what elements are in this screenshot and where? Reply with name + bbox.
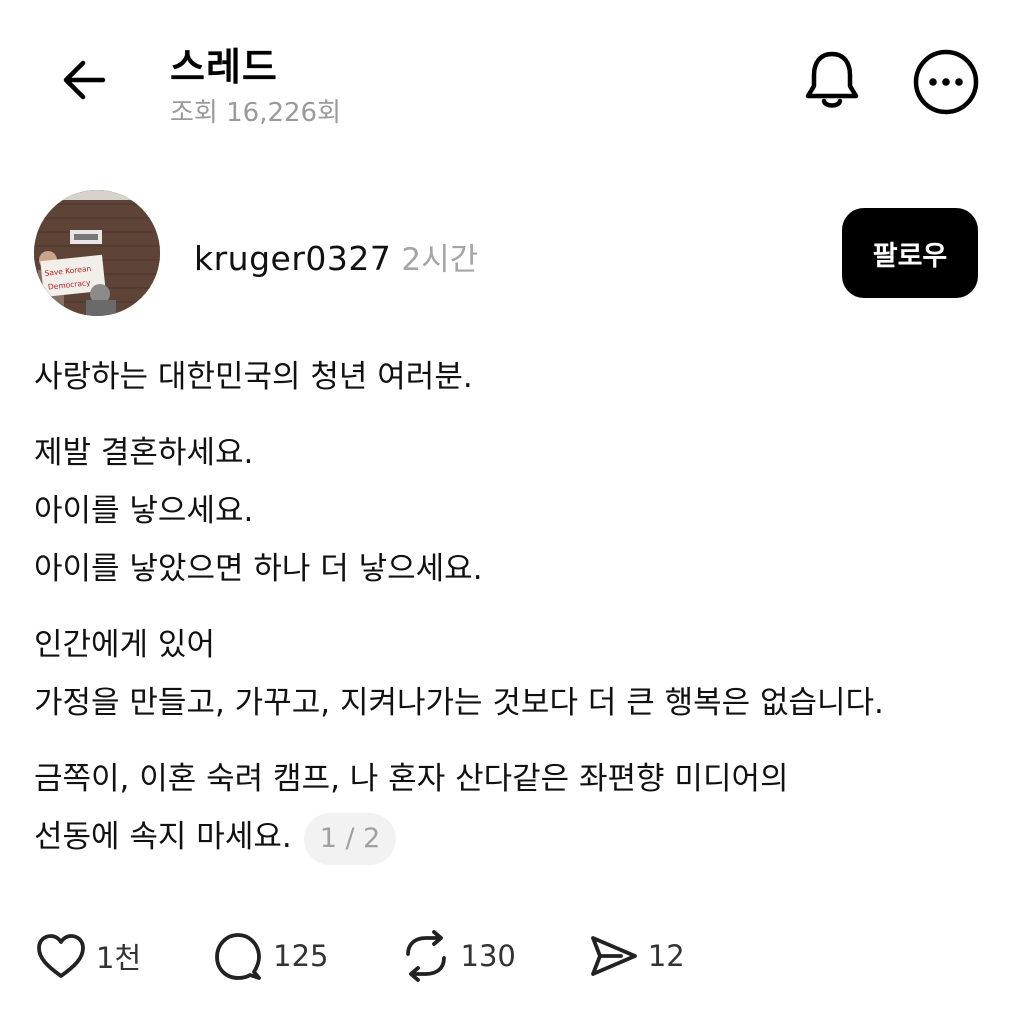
post-time: 2시간 (401, 242, 479, 278)
text-line: 가정을 만들고, 가꾸고, 지켜나가는 것보다 더 큰 행복은 없습니다. (34, 685, 884, 721)
like-button[interactable]: 1천 (34, 929, 141, 983)
text-line: 제발 결혼하세요. (34, 435, 254, 471)
comment-icon (211, 929, 265, 983)
heart-icon (34, 929, 88, 983)
text-line: 아이를 낳았으면 하나 더 낳으세요. (34, 551, 483, 587)
back-button[interactable] (52, 48, 116, 112)
like-count: 1천 (96, 941, 142, 975)
share-button[interactable]: 12 (586, 929, 685, 983)
comment-button[interactable]: 125 (211, 929, 329, 983)
follow-button[interactable]: 팔로우 (842, 208, 978, 298)
repost-count: 130 (460, 939, 516, 973)
paragraph: 금쪽이, 이혼 숙려 캠프, 나 혼자 산다같은 좌편향 미디어의 선동에 속지… (34, 750, 994, 866)
text-line: 금쪽이, 이혼 숙려 캠프, 나 혼자 산다같은 좌편향 미디어의 (34, 761, 789, 797)
bell-icon (805, 51, 859, 108)
avatar[interactable]: Save Korean Democracy (34, 190, 160, 316)
text-line-content: 선동에 속지 마세요. (34, 819, 292, 855)
paragraph: 제발 결혼하세요. 아이를 낳으세요. 아이를 낳았으면 하나 더 낳으세요. (34, 424, 994, 598)
comment-count: 125 (273, 939, 329, 973)
arrow-left-icon (63, 60, 106, 100)
page-title: 스레드 (170, 45, 278, 89)
avatar-photo: Save Korean Democracy (34, 190, 160, 316)
share-count: 12 (647, 939, 685, 973)
author-line: kruger0327 2시간 (194, 234, 478, 279)
view-count: 조회 16,226회 (170, 98, 341, 128)
more-icon (913, 49, 979, 115)
repost-icon (399, 929, 453, 983)
page-indicator-badge[interactable]: 1 / 2 (303, 812, 397, 865)
text-line: 인간에게 있어 (34, 627, 215, 663)
repost-button[interactable]: 130 (399, 929, 516, 983)
text-line: 사랑하는 대한민국의 청년 여러분. (34, 359, 473, 395)
paragraph: 인간에게 있어 가정을 만들고, 가꾸고, 지켜나가는 것보다 더 큰 행복은 … (34, 616, 994, 732)
text-line: 아이를 낳으세요. (34, 493, 254, 529)
post-body: 사랑하는 대한민국의 청년 여러분. 제발 결혼하세요. 아이를 낳으세요. 아… (34, 348, 994, 884)
action-bar: 1천 125 130 12 (34, 926, 755, 986)
username[interactable]: kruger0327 (194, 239, 391, 278)
text-line-last: 선동에 속지 마세요. 1 / 2 (34, 808, 994, 866)
send-icon (586, 929, 640, 983)
more-options-button[interactable] (908, 44, 984, 120)
notification-button[interactable] (796, 44, 868, 116)
paragraph: 사랑하는 대한민국의 청년 여러분. (34, 348, 994, 406)
thread-page: 스레드 조회 16,226회 Save Korean Democracy kru… (0, 0, 1024, 1022)
